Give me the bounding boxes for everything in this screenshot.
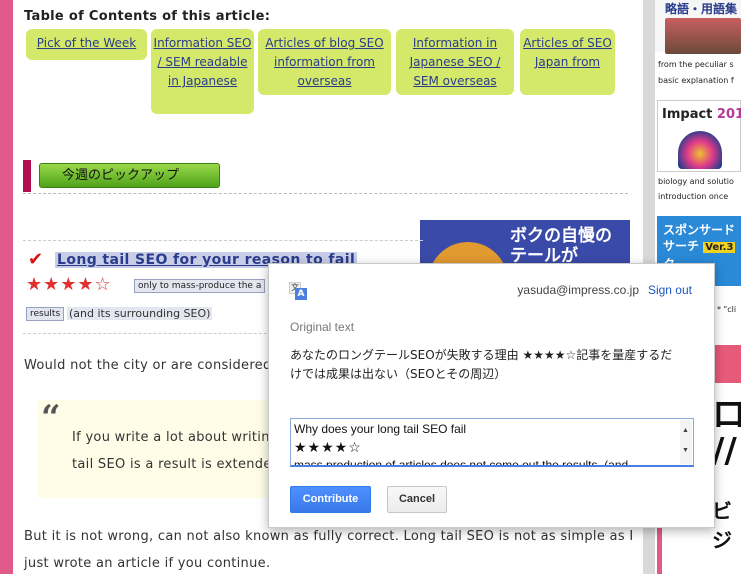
rating-stars: ★★★★☆ (26, 274, 112, 295)
translation-line-2: ★★★★☆ (294, 439, 362, 455)
paragraph-2-line-1: But it is not wrong, can not also known … (24, 529, 634, 544)
impact-desc-2: introduction once (658, 192, 729, 201)
sponsor-line-2: サーチ Ver.3 (663, 239, 736, 253)
original-text: あなたのロングテールSEOが失敗する理由 ★★★★☆記事を量産するだけでは成果は… (290, 348, 673, 381)
section-pick-up-button[interactable]: 今週のピックアップ (39, 163, 220, 188)
toc-title: Table of Contents of this article: (24, 9, 271, 24)
paragraph-2-line-2: just wrote an article if you continue. (24, 556, 271, 571)
quote-line-2: tail SEO is a result is extended (72, 457, 281, 472)
textarea-scrollbar[interactable]: ▲ ▼ (680, 420, 692, 464)
impact-banner[interactable]: Impact 2012 (657, 100, 741, 172)
scroll-down-icon[interactable]: ▼ (682, 442, 689, 460)
scroll-up-icon[interactable]: ▲ (682, 422, 689, 440)
glossary-banner[interactable]: 略語・用語集 (655, 0, 741, 54)
sign-out-link[interactable]: Sign out (648, 283, 692, 297)
checkmark-icon: ✔ (28, 249, 44, 270)
divider (23, 240, 423, 241)
translation-line-1: Why does your long tail SEO fail (294, 422, 467, 436)
contribute-button[interactable]: Contribute (290, 486, 371, 513)
banner-text-3: ビジ (712, 499, 732, 552)
ad-text-line1: ボクの自慢の (510, 226, 612, 246)
section-header: 今週のピックアップ (23, 158, 628, 194)
impact-desc-1: biology and solutio (658, 177, 734, 186)
glossary-desc-1: from the peculiar s (658, 60, 734, 69)
glossary-desc-2: basic explanation f (658, 76, 734, 85)
books-image (665, 18, 741, 54)
impact-title: Impact 2012 (662, 107, 741, 122)
translation-line-3: mass production of articles does not com… (294, 458, 629, 467)
globe-icon (678, 131, 722, 169)
paragraph-1: Would not the city or are considered a (24, 358, 285, 373)
toc-item-seo-japan[interactable]: Articles of SEO Japan from (520, 29, 615, 95)
banner-text-2: // (712, 431, 737, 471)
article-tag-1: only to mass-produce the a (134, 279, 266, 293)
translation-textarea[interactable]: Why does your long tail SEO fail ★★★★☆ m… (290, 418, 694, 467)
section-marker (23, 160, 31, 192)
glossary-title: 略語・用語集 (665, 2, 738, 16)
sidebar-bit: * "cli (717, 305, 737, 314)
cancel-button[interactable]: Cancel (387, 486, 447, 513)
account-email: yasuda@impress.co.jp (517, 283, 639, 297)
sponsor-line-1: スポンサード (663, 223, 736, 237)
translate-icon: 文 A (289, 282, 307, 300)
toc-item-seo-japanese[interactable]: Information SEO / SEM readable in Japane… (151, 29, 254, 114)
toc-item-blog-seo-overseas[interactable]: Articles of blog SEO information from ov… (258, 29, 391, 95)
article-tag-3: (and its surrounding SEO) (67, 307, 213, 320)
toc-item-japanese-seo-overseas[interactable]: Information in Japanese SEO / SEM overse… (396, 29, 514, 95)
banner-text-1: ロ (712, 395, 741, 435)
translate-popup: 文 A yasuda@impress.co.jp Sign out Origin… (268, 263, 715, 528)
quote-line-1: If you write a lot about writing (72, 430, 279, 445)
left-border (0, 0, 13, 574)
toc-item-pick-of-week[interactable]: Pick of the Week (26, 29, 147, 60)
quote-icon: “ (41, 398, 61, 438)
original-text-label: Original text (290, 320, 355, 334)
article-tag-2: results (26, 307, 65, 321)
